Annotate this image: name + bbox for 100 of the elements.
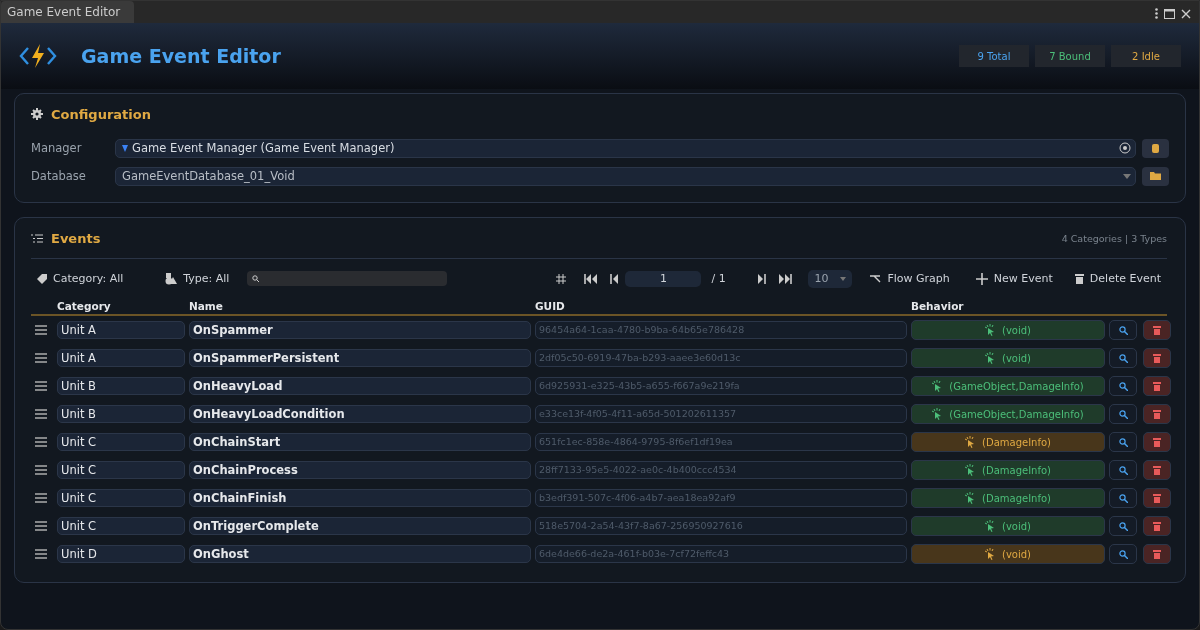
- target-icon[interactable]: [1119, 142, 1131, 154]
- behavior-button[interactable]: (GameObject,DamageInfo): [911, 376, 1105, 396]
- search-button[interactable]: [1109, 460, 1137, 480]
- delete-button[interactable]: [1143, 320, 1171, 340]
- guid-field: 518e5704-2a54-43f7-8a67-256950927616: [535, 517, 907, 535]
- drag-handle-icon[interactable]: [35, 353, 47, 363]
- guid-field: 2df05c50-6919-47ba-b293-aaee3e60d13c: [535, 349, 907, 367]
- search-icon: [1118, 325, 1128, 335]
- delete-button[interactable]: [1143, 404, 1171, 424]
- component-icon: [122, 144, 128, 152]
- category-filter[interactable]: Category: All: [31, 270, 130, 287]
- delete-button[interactable]: [1143, 544, 1171, 564]
- summary-text: 4 Categories | 3 Types: [1061, 232, 1167, 244]
- category-field[interactable]: Unit D: [57, 545, 185, 563]
- window-tab[interactable]: Game Event Editor: [1, 1, 135, 23]
- delete-button[interactable]: [1143, 432, 1171, 452]
- search-field[interactable]: [247, 271, 448, 286]
- column-header: Name: [189, 300, 224, 312]
- search-icon: [1118, 353, 1128, 363]
- name-field[interactable]: OnGhost: [189, 545, 531, 563]
- type-filter[interactable]: Type: All: [159, 270, 236, 287]
- count-badge: 2 Idle: [1111, 45, 1181, 67]
- behavior-button[interactable]: (void): [911, 516, 1105, 536]
- maximize-icon[interactable]: [1164, 8, 1175, 19]
- info-button[interactable]: [1142, 138, 1169, 158]
- app-title: Game Event Editor: [81, 45, 282, 67]
- search-button[interactable]: [1109, 320, 1137, 340]
- category-field[interactable]: Unit C: [57, 489, 185, 507]
- folder-button[interactable]: [1142, 166, 1169, 186]
- category-field[interactable]: Unit B: [57, 377, 185, 395]
- search-icon: [1118, 465, 1128, 475]
- drag-handle-icon[interactable]: [35, 437, 47, 447]
- drag-handle-icon[interactable]: [35, 409, 47, 419]
- delete-event-button[interactable]: Delete Event: [1068, 270, 1167, 287]
- tag-icon: [37, 273, 47, 284]
- drag-handle-icon[interactable]: [35, 325, 47, 335]
- last-page-icon[interactable]: [778, 273, 793, 284]
- behavior-button[interactable]: (void): [911, 320, 1105, 340]
- name-field[interactable]: OnTriggerComplete: [189, 517, 531, 535]
- category-field[interactable]: Unit C: [57, 461, 185, 479]
- guid-field: e33ce13f-4f05-4f11-a65d-501202611357: [535, 405, 907, 423]
- manager-field[interactable]: Game Event Manager (Game Event Manager): [115, 138, 1136, 158]
- behavior-button[interactable]: (DamageInfo): [911, 460, 1105, 480]
- search-button[interactable]: [1109, 544, 1137, 564]
- grid-icon[interactable]: [556, 273, 567, 284]
- name-field[interactable]: OnChainFinish: [189, 489, 531, 507]
- name-field[interactable]: OnSpammer: [189, 321, 531, 339]
- next-page-icon[interactable]: [757, 273, 767, 284]
- search-icon: [1118, 521, 1128, 531]
- page-number-field[interactable]: 1: [625, 270, 702, 287]
- count-badge: 9 Total: [959, 45, 1029, 67]
- search-icon: [1118, 493, 1128, 503]
- more-icon[interactable]: [1155, 8, 1158, 19]
- trash-icon: [1153, 493, 1161, 503]
- delete-button[interactable]: [1143, 488, 1171, 508]
- guid-field: 6d925931-e325-43b5-a655-f667a9e219fa: [535, 377, 907, 395]
- behavior-button[interactable]: (GameObject,DamageInfo): [911, 404, 1105, 424]
- guid-field: 96454a64-1caa-4780-b9ba-64b65e786428: [535, 321, 907, 339]
- folder-icon: [1150, 172, 1161, 180]
- page-size-dropdown[interactable]: 10: [808, 269, 853, 288]
- behavior-button[interactable]: (void): [911, 348, 1105, 368]
- search-button[interactable]: [1109, 404, 1137, 424]
- close-icon[interactable]: [1181, 8, 1191, 19]
- flow-graph-button[interactable]: Flow Graph: [864, 270, 956, 287]
- drag-handle-icon[interactable]: [35, 465, 47, 475]
- name-field[interactable]: OnChainStart: [189, 433, 531, 451]
- delete-button[interactable]: [1143, 376, 1171, 396]
- category-field[interactable]: Unit A: [57, 349, 185, 367]
- name-field[interactable]: OnChainProcess: [189, 461, 531, 479]
- delete-button[interactable]: [1143, 460, 1171, 480]
- category-field[interactable]: Unit B: [57, 405, 185, 423]
- name-field[interactable]: OnHeavyLoad: [189, 377, 531, 395]
- behavior-button[interactable]: (void): [911, 544, 1105, 564]
- delete-button[interactable]: [1143, 348, 1171, 368]
- previous-page-icon[interactable]: [610, 273, 620, 284]
- name-field[interactable]: OnSpammerPersistent: [189, 349, 531, 367]
- drag-handle-icon[interactable]: [35, 521, 47, 531]
- search-button[interactable]: [1109, 376, 1137, 396]
- trash-icon: [1153, 325, 1161, 335]
- search-button[interactable]: [1109, 432, 1137, 452]
- drag-handle-icon[interactable]: [35, 549, 47, 559]
- search-button[interactable]: [1109, 516, 1137, 536]
- category-field[interactable]: Unit C: [57, 433, 185, 451]
- search-icon: [1118, 437, 1128, 447]
- category-field[interactable]: Unit A: [57, 321, 185, 339]
- search-button[interactable]: [1109, 488, 1137, 508]
- category-field[interactable]: Unit C: [57, 517, 185, 535]
- search-button[interactable]: [1109, 348, 1137, 368]
- delete-button[interactable]: [1143, 516, 1171, 536]
- new-event-button[interactable]: New Event: [969, 270, 1059, 287]
- database-dropdown[interactable]: GameEventDatabase_01_Void: [115, 166, 1136, 186]
- panel-title: Configuration: [51, 106, 151, 122]
- first-page-icon[interactable]: [584, 273, 599, 284]
- behavior-button[interactable]: (DamageInfo): [911, 488, 1105, 508]
- shapes-icon: [165, 272, 178, 285]
- drag-handle-icon[interactable]: [35, 493, 47, 503]
- field-label: Database: [31, 169, 87, 183]
- behavior-button[interactable]: (DamageInfo): [911, 432, 1105, 452]
- drag-handle-icon[interactable]: [35, 381, 47, 391]
- name-field[interactable]: OnHeavyLoadCondition: [189, 405, 531, 423]
